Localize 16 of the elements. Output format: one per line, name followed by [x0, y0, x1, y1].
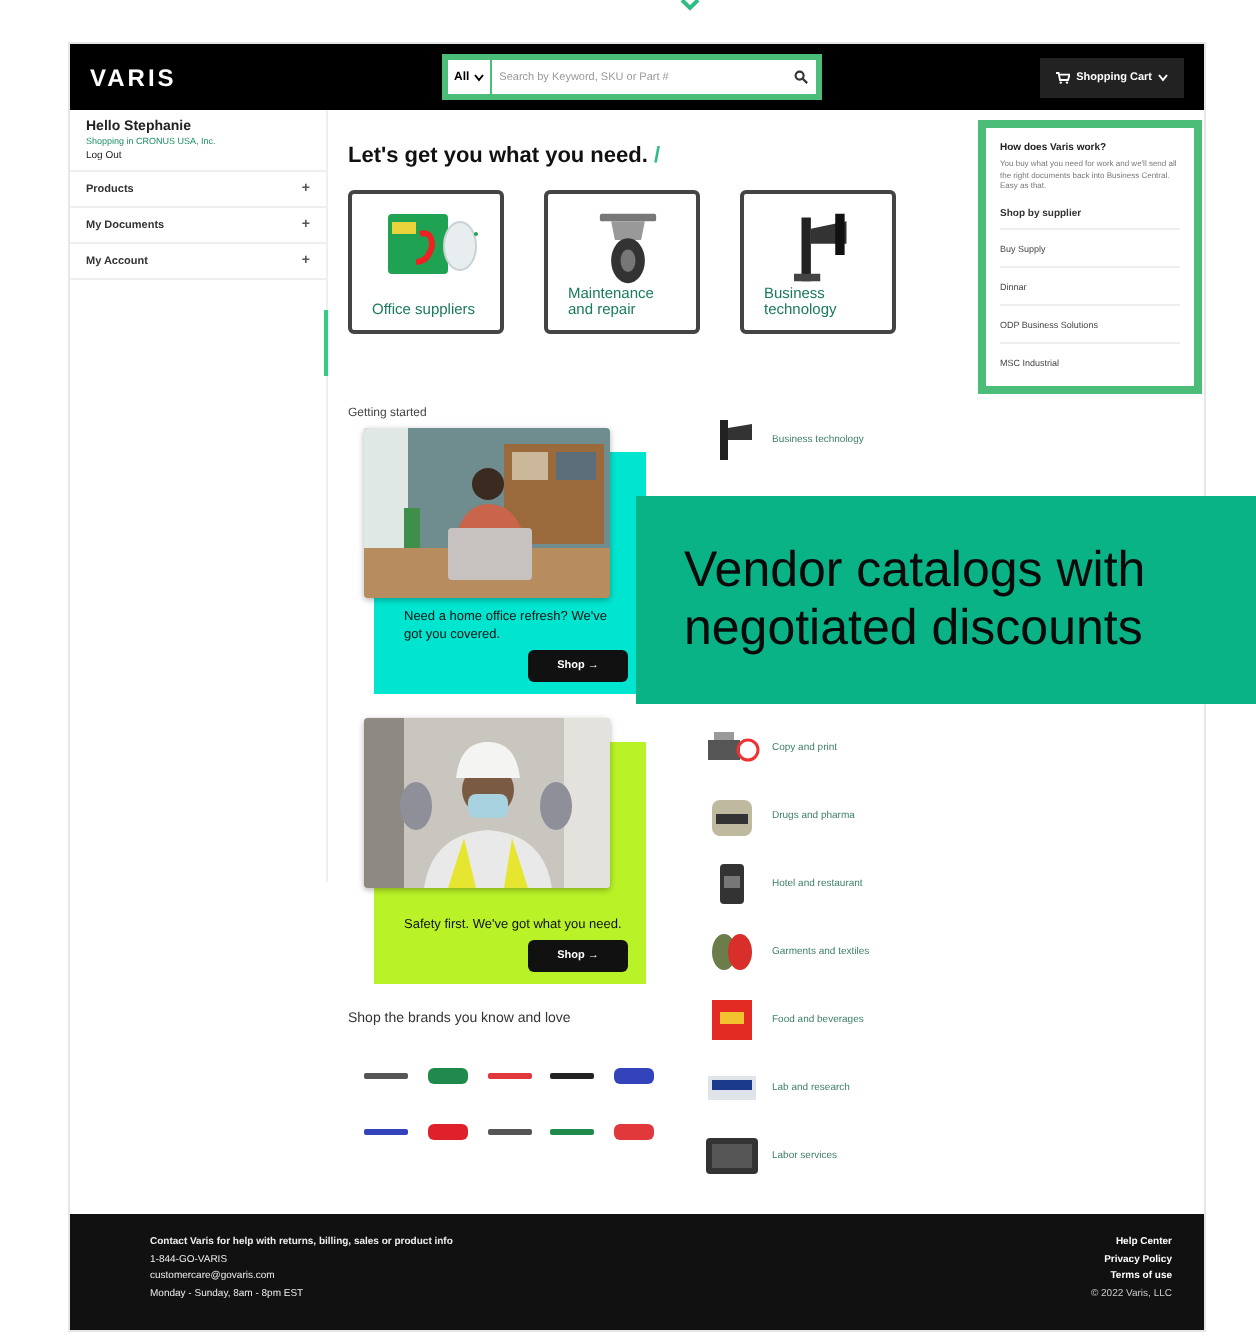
logo[interactable]: VARIS [90, 63, 442, 91]
brand-logo[interactable] [488, 1124, 532, 1140]
brand-logo[interactable] [612, 1068, 656, 1084]
brand-logo[interactable] [550, 1068, 594, 1084]
caret-icon [1158, 73, 1168, 81]
tape-icon [384, 210, 480, 278]
cart-icon [1056, 71, 1071, 83]
search-icon [794, 70, 808, 84]
storage-case-icon [704, 1132, 760, 1180]
callout-text: Vendor catalogs with negotiated discounts [684, 542, 1148, 658]
chevron-icon [680, 0, 700, 12]
brand-logo[interactable] [364, 1124, 408, 1140]
caster-wheel-icon [594, 210, 662, 285]
caret-icon [473, 73, 484, 81]
brand-logo[interactable] [364, 1068, 408, 1084]
page-heading: Let's get you what you need. / [348, 144, 663, 168]
